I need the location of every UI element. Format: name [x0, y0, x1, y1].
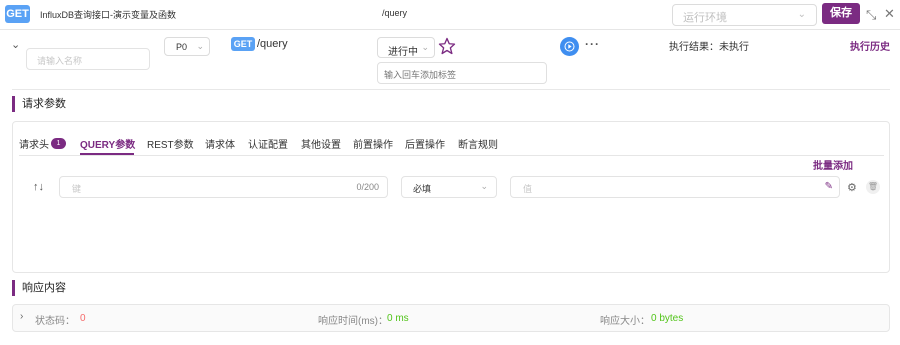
env-placeholder: 运行环境 [683, 12, 727, 24]
api-title: InfluxDB查询接口-演示变量及函数 [40, 10, 177, 20]
tab-post-ops[interactable]: 后置操作 [405, 136, 445, 151]
tab-assertions[interactable]: 断言规则 [458, 136, 498, 151]
status-value: 进行中 [388, 47, 418, 58]
chevron-down-icon: ⌄ [480, 181, 488, 191]
required-value: 必填 [413, 184, 432, 194]
header-count-badge: 1 [51, 138, 66, 149]
param-key-input[interactable]: 键 0/200 [59, 176, 388, 198]
response-time-value: 0 ms [387, 313, 409, 324]
save-button[interactable]: 保存 [822, 3, 860, 24]
key-char-count: 0/200 [356, 182, 379, 192]
key-placeholder: 键 [72, 184, 82, 194]
response-section-title: 响应内容 [12, 280, 66, 296]
request-method-badge: GET [231, 37, 255, 51]
response-size-label: 响应大小： [600, 316, 650, 327]
divider [12, 89, 890, 90]
tab-headers[interactable]: 请求头 [19, 136, 49, 151]
method-badge: GET [5, 5, 30, 23]
chevron-down-icon: ⌄ [196, 41, 204, 51]
tab-query[interactable]: QUERY参数 [80, 136, 135, 151]
params-section-title: 请求参数 [12, 96, 66, 112]
edit-icon[interactable]: ✎ [825, 181, 833, 192]
response-bar [12, 304, 890, 332]
expand-chevron-icon[interactable]: › [20, 311, 23, 322]
chevron-down-icon: ⌄ [797, 9, 806, 20]
tab-pre-ops[interactable]: 前置操作 [353, 136, 393, 151]
sort-arrows-icon[interactable]: ↑↓ [33, 181, 44, 193]
gear-icon[interactable]: ⚙ [847, 181, 857, 194]
run-button[interactable] [560, 37, 579, 56]
tab-auth[interactable]: 认证配置 [248, 136, 288, 151]
response-time-label: 响应时间(ms)： [318, 316, 388, 327]
exec-result: 执行结果：未执行 [669, 42, 749, 53]
chevron-down-icon: ⌄ [421, 42, 429, 52]
priority-value: P0 [176, 42, 188, 52]
bulk-add-button[interactable]: 批量添加 [813, 157, 853, 172]
exec-history-link[interactable]: 执行历史 [850, 38, 890, 53]
collapse-chevron-icon[interactable]: ⌄ [11, 38, 20, 51]
value-placeholder: 值 [523, 184, 533, 194]
close-icon[interactable]: ✕ [884, 7, 895, 21]
play-icon [564, 41, 575, 52]
tabs-divider [19, 155, 884, 156]
star-icon[interactable] [438, 37, 456, 55]
required-select[interactable]: 必填 ⌄ [401, 176, 497, 198]
status-select[interactable]: 进行中 ⌄ [377, 37, 435, 58]
priority-select[interactable]: P0 ⌄ [164, 37, 210, 56]
status-code-value: 0 [80, 313, 86, 324]
env-select[interactable]: 运行环境 ⌄ [672, 4, 817, 26]
tag-input[interactable]: 输入回车添加标签 [377, 62, 547, 84]
name-input[interactable]: 请输入名称 [26, 48, 150, 70]
name-placeholder: 请输入名称 [37, 56, 83, 66]
request-path[interactable]: /query [257, 38, 288, 50]
active-tab-indicator [80, 153, 134, 155]
param-value-input[interactable]: 值 ✎ [510, 176, 840, 198]
tab-body[interactable]: 请求体 [205, 136, 235, 151]
response-size-value: 0 bytes [651, 313, 684, 324]
shrink-icon[interactable]: ⤡ [866, 8, 876, 22]
tag-placeholder: 输入回车添加标签 [384, 70, 457, 80]
more-icon[interactable]: ··· [585, 37, 600, 51]
tab-other-settings[interactable]: 其他设置 [301, 136, 341, 151]
trash-icon[interactable]: 🗑 [866, 180, 880, 194]
tab-rest[interactable]: REST参数 [147, 136, 194, 151]
status-code-label: 状态码： [35, 316, 75, 327]
top-path: /query [382, 8, 408, 18]
